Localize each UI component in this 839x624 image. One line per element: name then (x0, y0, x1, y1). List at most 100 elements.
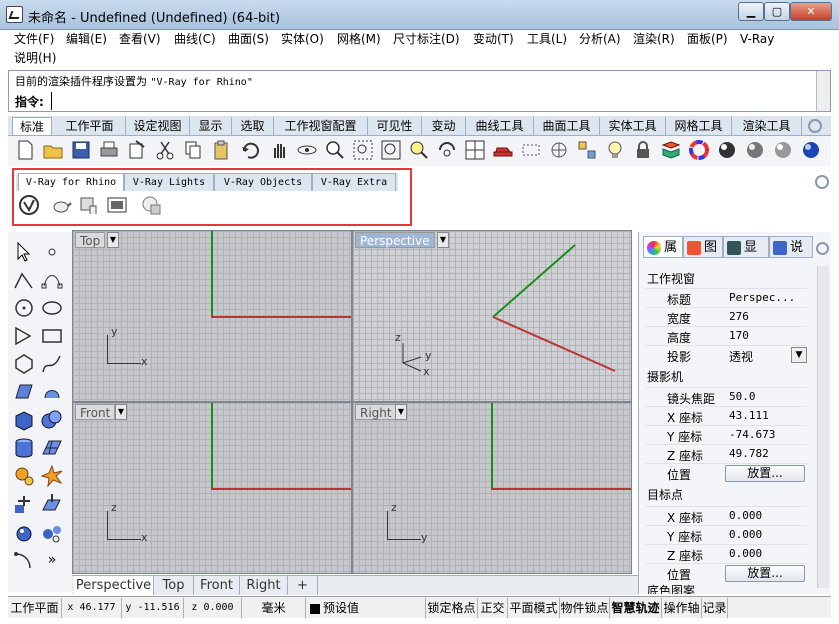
menu-view[interactable]: 查看(V) (119, 30, 161, 48)
print-icon[interactable] (98, 139, 120, 161)
vptab-top[interactable]: Top (154, 576, 194, 595)
menu-tools[interactable]: 工具(L) (527, 30, 567, 48)
surface-icon[interactable] (12, 380, 36, 404)
history-curve-icon[interactable] (12, 548, 36, 572)
viewport-right[interactable]: Right ▼ z y (352, 402, 632, 574)
extrude-icon[interactable] (40, 380, 64, 404)
rhino-app-icon[interactable] (6, 6, 23, 23)
select-arrow-icon[interactable] (12, 240, 36, 264)
select-box-icon[interactable] (520, 139, 542, 161)
tab-set-view[interactable]: 设定视图 (126, 117, 190, 135)
layer-book-icon[interactable] (660, 139, 682, 161)
panel-scrollbar[interactable] (817, 266, 829, 588)
save-icon[interactable] (70, 139, 92, 161)
panel-gear-icon[interactable] (816, 242, 829, 255)
tab-surface-tools[interactable]: 曲面工具 (534, 117, 600, 135)
rectangle-icon[interactable] (40, 324, 64, 348)
prop-tgt-y-value[interactable]: 0.000 (729, 528, 762, 541)
menu-surface[interactable]: 曲面(S) (228, 30, 269, 48)
copy-icon[interactable] (182, 139, 204, 161)
prop-cam-z-value[interactable]: 49.782 (729, 447, 769, 460)
curve-points-icon[interactable] (40, 268, 64, 292)
camera-place-button[interactable]: 放置... (725, 465, 805, 482)
cut-icon[interactable] (154, 139, 176, 161)
projection-select[interactable]: 透视 (729, 348, 753, 365)
prop-focal-value[interactable]: 50.0 (729, 390, 756, 403)
tab-solid-tools[interactable]: 实体工具 (600, 117, 666, 135)
tab-select[interactable]: 选取 (232, 117, 274, 135)
status-smart-track[interactable]: 智慧轨迹 (610, 598, 662, 618)
close-button[interactable]: ✕ (790, 2, 832, 21)
target-place-button[interactable]: 放置... (725, 565, 805, 582)
status-layer[interactable]: 预设值 (306, 598, 426, 618)
status-gumball[interactable]: 操作轴 (662, 598, 702, 618)
transform-gear-icon[interactable] (12, 464, 36, 488)
mesh-icon[interactable] (40, 436, 64, 460)
point-icon[interactable] (40, 240, 64, 264)
tab-mesh-tools[interactable]: 网格工具 (666, 117, 732, 135)
tab-visibility[interactable]: 可见性 (368, 117, 422, 135)
panel-tab-properties[interactable]: 属 (643, 236, 683, 258)
menu-help[interactable]: 说明(H) (14, 49, 56, 67)
prop-height-value[interactable]: 170 (729, 329, 749, 342)
vray-settings-gear-icon[interactable] (815, 175, 829, 189)
status-planar[interactable]: 平面模式 (508, 598, 560, 618)
menu-curve[interactable]: 曲线(C) (174, 30, 216, 48)
paste-icon[interactable] (210, 139, 232, 161)
viewport-top-dropdown-icon[interactable]: ▼ (107, 232, 119, 248)
undo-icon[interactable] (240, 139, 262, 161)
status-grid-snap[interactable]: 锁定格点 (426, 598, 478, 618)
lock-icon[interactable] (632, 139, 654, 161)
lightbulb-icon[interactable] (604, 139, 626, 161)
viewport-top[interactable]: Top ▼ y x (72, 230, 352, 402)
status-cplane[interactable]: 工作平面 (8, 598, 62, 618)
menu-render[interactable]: 渲染(R) (633, 30, 675, 48)
command-input[interactable] (51, 92, 815, 110)
menu-transform[interactable]: 变动(T) (473, 30, 514, 48)
tab-curve-tools[interactable]: 曲线工具 (466, 117, 534, 135)
tab-render-tools[interactable]: 渲染工具 (732, 117, 802, 135)
zoom-extents-icon[interactable] (380, 139, 402, 161)
box-icon[interactable] (12, 408, 36, 432)
zoom-window-icon[interactable] (352, 139, 374, 161)
command-scrollbar[interactable] (816, 71, 830, 111)
explode-icon[interactable] (40, 464, 64, 488)
projection-dropdown-icon[interactable]: ▼ (791, 347, 807, 363)
viewport-top-label[interactable]: Top (75, 232, 106, 248)
grey-sphere-icon[interactable] (772, 139, 794, 161)
tab-viewport-layout[interactable]: 工作视窗配置 (274, 117, 368, 135)
viewport-front-label[interactable]: Front (75, 404, 116, 420)
freeform-curve-icon[interactable] (40, 352, 64, 376)
menu-analyze[interactable]: 分析(A) (579, 30, 621, 48)
menu-vray[interactable]: V-Ray (740, 30, 774, 48)
polygon-icon[interactable] (12, 352, 36, 376)
panel-tab-display[interactable]: 显 (723, 236, 769, 258)
ellipse-icon[interactable] (40, 296, 64, 320)
status-record[interactable]: 记录 (702, 598, 728, 618)
blue-sphere-icon[interactable] (800, 139, 822, 161)
tab-standard[interactable]: 标准 (12, 117, 52, 135)
panel-tab-help[interactable]: 说 (769, 236, 813, 258)
color-wheel-icon[interactable] (688, 139, 710, 161)
circle-icon[interactable] (12, 296, 36, 320)
viewport-perspective[interactable]: Perspective ▼ z y x (352, 230, 632, 402)
tab-settings-gear-icon[interactable] (808, 119, 822, 133)
zoom-icon[interactable] (324, 139, 346, 161)
viewport-front[interactable]: Front ▼ z x (72, 402, 352, 574)
viewport-front-dropdown-icon[interactable]: ▼ (115, 404, 127, 420)
text-tool-icon[interactable] (40, 492, 64, 516)
maximize-button[interactable]: ▢ (764, 2, 790, 21)
pan-hand-icon[interactable] (268, 139, 290, 161)
add-viewport-tab-icon[interactable]: + (288, 576, 318, 595)
prop-width-value[interactable]: 276 (729, 310, 749, 323)
viewport-right-dropdown-icon[interactable]: ▼ (395, 404, 407, 420)
new-file-icon[interactable] (14, 139, 36, 161)
prop-tgt-z-value[interactable]: 0.000 (729, 547, 762, 560)
dimension-icon[interactable] (12, 492, 36, 516)
more-tools-chevron-icon[interactable]: » (40, 548, 64, 572)
rotate-view-icon[interactable] (296, 139, 318, 161)
tab-cplanes[interactable]: 工作平面 (54, 117, 126, 135)
viewport-right-label[interactable]: Right (355, 404, 397, 420)
boolean-union-icon[interactable] (40, 408, 64, 432)
rotate-camera-icon[interactable] (436, 139, 458, 161)
